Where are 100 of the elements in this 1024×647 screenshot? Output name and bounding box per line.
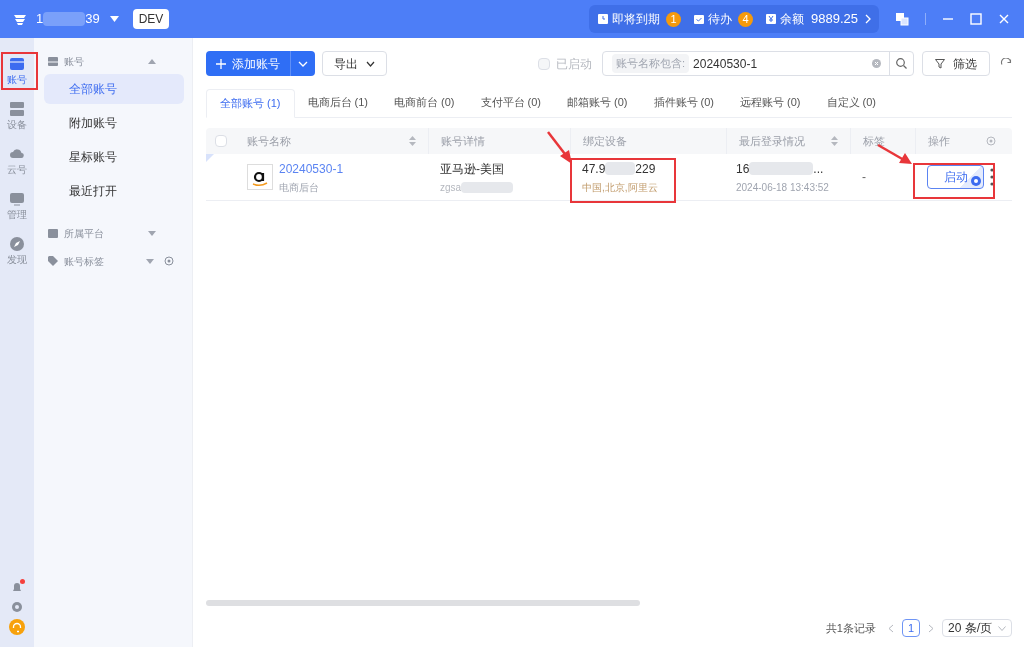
column-header: 操作 (928, 133, 951, 149)
platform-icon (48, 228, 58, 238)
compass-icon (9, 236, 25, 252)
more-vertical-icon (990, 168, 994, 186)
sidebar-section-toggle[interactable]: 账号 (44, 54, 182, 68)
tab[interactable]: 支付平台 (0) (467, 88, 554, 117)
settings-icon (986, 136, 996, 146)
sidebar-item[interactable]: 全部账号 (44, 74, 184, 104)
chevron-down-icon (998, 625, 1006, 631)
search-input[interactable]: 20240530-1 (693, 54, 872, 73)
sidebar-item[interactable]: 最近打开 (44, 176, 184, 206)
chevron-right-icon (928, 623, 934, 633)
notice-bar[interactable]: 即将到期 1 待办 4 余额 9889.25 (589, 5, 879, 33)
notice-label: 即将到期 (612, 11, 660, 28)
plus-icon (216, 58, 226, 69)
notification-button[interactable] (11, 581, 23, 593)
caret-up-icon (148, 58, 156, 64)
tab[interactable]: 插件账号 (0) (640, 88, 727, 117)
nav-rail-item[interactable]: 账号 (2, 52, 32, 90)
nav-rail-item[interactable]: 管理 (2, 187, 32, 225)
chevron-down-icon (298, 60, 308, 67)
sidebar-item[interactable]: 星标账号 (44, 142, 184, 172)
launch-button[interactable]: 启动 (927, 165, 984, 189)
page-size-select[interactable]: 20 条/页 (942, 619, 1012, 637)
nav-rail-item[interactable]: 发现 (2, 232, 32, 270)
caret-down-icon (146, 258, 154, 264)
bell-icon (11, 581, 23, 593)
login-time: 2024-06-18 13:43:52 (736, 180, 830, 195)
environment-badge: DEV (132, 9, 170, 29)
user-id-start: 1 (36, 10, 44, 29)
redaction-blur (43, 12, 86, 26)
sidebar-group-toggle[interactable]: 所属平台 (48, 225, 178, 241)
sidebar-item[interactable]: 附加账号 (44, 108, 184, 138)
horizontal-scrollbar[interactable] (206, 600, 640, 606)
select-all-checkbox[interactable] (214, 135, 227, 147)
tab[interactable]: 电商前台 (0) (381, 88, 468, 117)
nav-rail-item[interactable]: 设备 (2, 97, 32, 135)
column-header: 标签 (863, 133, 886, 149)
sidebar-group-toggle[interactable]: 账号标签 (48, 253, 164, 269)
tab[interactable]: 自定义 (0) (813, 88, 889, 117)
logo-icon (12, 12, 28, 26)
page-button[interactable]: 1 (902, 619, 920, 637)
server-icon (9, 101, 25, 117)
nav-rail-item[interactable]: 云号 (2, 142, 32, 180)
monitor-icon (9, 191, 25, 207)
tab[interactable]: 全部账号 (1) (206, 89, 295, 118)
notice-label: 待办 (708, 11, 732, 28)
drive-icon (48, 56, 58, 66)
count-badge: 4 (738, 11, 753, 27)
redaction-blur (461, 181, 514, 193)
annotation-arrow (547, 131, 572, 164)
tab[interactable]: 电商后台 (1) (294, 88, 381, 117)
checkbox[interactable] (538, 57, 550, 70)
shopping-logo-icon (247, 164, 273, 190)
tab[interactable]: 远程账号 (0) (727, 88, 814, 117)
search-field[interactable]: 账号名称包含: 20240530-1 (602, 51, 914, 76)
total-records: 共1条记录 (825, 620, 876, 636)
headset-icon (9, 619, 25, 635)
wallet-icon (765, 13, 777, 25)
redaction-blur (749, 162, 814, 175)
search-icon (896, 58, 907, 69)
browser-icon (971, 176, 981, 186)
settings-icon (11, 601, 23, 613)
chevron-down-icon (366, 60, 375, 67)
calendar-icon (693, 13, 705, 25)
chevron-left-icon (888, 623, 894, 633)
device-ip-end: 229 (635, 160, 656, 178)
corner-marker (206, 154, 214, 162)
window-switch-icon (895, 12, 909, 26)
caret-down-icon (148, 230, 156, 236)
notice-label: 余额 (780, 11, 804, 28)
storefront-icon (9, 56, 25, 72)
add-account-button[interactable]: 添加账号 (206, 51, 290, 76)
login-ip-end: ... (813, 160, 824, 178)
funnel-icon (935, 58, 945, 69)
tab[interactable]: 邮箱账号 (0) (554, 88, 641, 117)
device-ip-start: 47.9 (582, 160, 606, 178)
chevron-right-icon (865, 14, 871, 24)
tag-icon (48, 256, 58, 266)
export-button[interactable]: 导出 (322, 51, 387, 76)
column-header: 账号名称 (247, 133, 292, 149)
account-category: 电商后台 (279, 180, 320, 195)
clear-icon (872, 59, 881, 68)
clock-icon (597, 13, 609, 25)
column-header: 绑定设备 (583, 133, 628, 149)
close-icon (998, 13, 1010, 25)
account-platform: 亚马逊-美国 (440, 160, 505, 178)
search-prefix-label: 账号名称包含: (612, 54, 690, 73)
user-id-end: 39 (85, 10, 100, 29)
tag-value: - (862, 170, 866, 184)
account-detail: zgsa (440, 180, 462, 195)
filter-button[interactable]: 筛选 (922, 51, 990, 76)
maximize-icon (970, 13, 982, 25)
column-header: 账号详情 (441, 133, 486, 149)
balance-value: 9889.25 (811, 10, 858, 29)
account-name-link[interactable]: 20240530-1 (279, 159, 344, 178)
settings-icon (164, 256, 174, 266)
count-badge: 1 (666, 11, 681, 27)
login-ip-start: 16 (736, 160, 750, 178)
annotation-box (1, 52, 38, 90)
